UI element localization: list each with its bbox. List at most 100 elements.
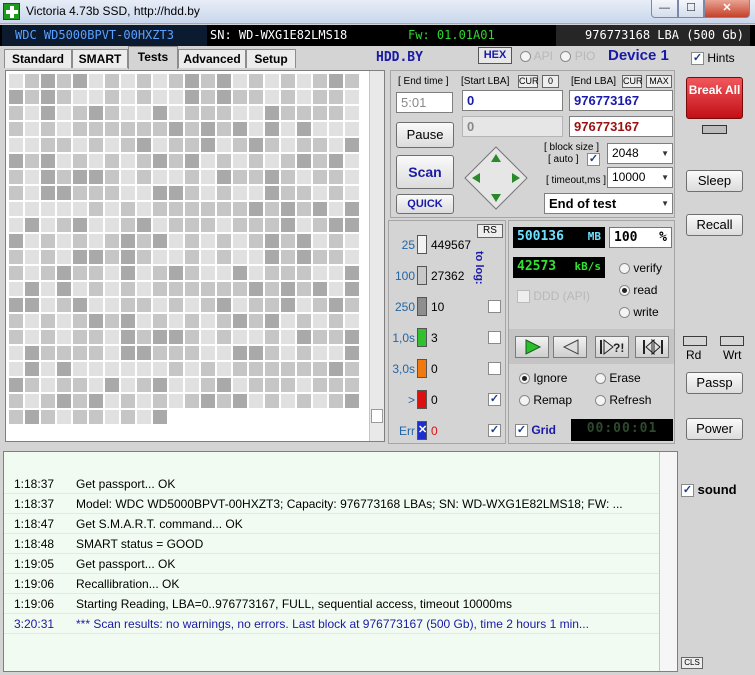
map-block	[185, 234, 199, 248]
end-cur-button[interactable]: CUR	[622, 75, 643, 88]
break-all-button[interactable]: Break All	[686, 77, 743, 119]
action-ignore[interactable]: Ignore	[519, 371, 567, 385]
pause-button[interactable]: Pause	[396, 122, 454, 148]
refresh-radio[interactable]	[595, 395, 606, 407]
map-block	[153, 170, 167, 184]
maximize-button[interactable]: ☐	[678, 0, 704, 18]
hints-toggle[interactable]: ✓ Hints	[691, 51, 735, 66]
block-size-select[interactable]: 2048	[607, 143, 673, 164]
rewind-button[interactable]	[553, 336, 587, 358]
hex-button[interactable]: HEX	[478, 47, 512, 64]
map-block	[201, 154, 215, 168]
map-block	[153, 234, 167, 248]
write-radio[interactable]	[619, 307, 630, 319]
map-block	[329, 250, 343, 264]
device-label[interactable]: Device 1	[608, 47, 669, 64]
action-erase[interactable]: Erase	[595, 371, 641, 385]
action-refresh[interactable]: Refresh	[595, 393, 651, 407]
map-block	[201, 122, 215, 136]
sound-toggle[interactable]: ✓ sound	[681, 482, 737, 498]
scan-button[interactable]: Scan	[396, 155, 454, 189]
recall-button[interactable]: Recall	[686, 214, 743, 236]
stat-color-bar	[417, 266, 427, 285]
end-lba-field[interactable]: 976773167	[569, 90, 673, 111]
stat-color-bar	[417, 297, 427, 316]
map-block	[73, 330, 87, 344]
map-block	[233, 138, 247, 152]
ddd-api-checkbox[interactable]	[517, 290, 530, 304]
timeout-select[interactable]: 10000	[607, 167, 673, 188]
ignore-radio[interactable]	[519, 373, 530, 385]
minimize-button[interactable]: —	[651, 0, 678, 18]
log-entry: 1:19:05 Get passport... OK	[14, 554, 175, 574]
map-block	[233, 250, 247, 264]
map-block	[121, 74, 135, 88]
tab-setup[interactable]: Setup	[246, 49, 296, 68]
hints-checkbox[interactable]: ✓	[691, 52, 704, 66]
window-title: Victoria 4.73b SSD, http://hdd.by	[26, 4, 200, 18]
mode-verify[interactable]: verify	[619, 261, 662, 275]
log-scrollbar[interactable]	[659, 452, 677, 671]
map-block	[153, 346, 167, 360]
map-block	[121, 298, 135, 312]
tab-standard[interactable]: Standard	[4, 49, 72, 68]
map-block	[105, 122, 119, 136]
map-block	[345, 138, 359, 152]
map-block	[121, 218, 135, 232]
mode-read[interactable]: read	[619, 283, 657, 297]
map-block	[9, 74, 23, 88]
skip-unknown-button[interactable]: ?!	[595, 336, 629, 358]
pio-radio[interactable]	[560, 51, 572, 63]
remap-radio[interactable]	[519, 395, 530, 407]
map-scroll-thumb[interactable]	[371, 409, 383, 423]
log-toggle-checkbox[interactable]	[488, 362, 501, 375]
map-block	[89, 74, 103, 88]
sound-checkbox[interactable]: ✓	[681, 484, 694, 498]
map-block	[313, 74, 327, 88]
map-block	[25, 138, 39, 152]
speed-display: 42573 kB/s	[513, 257, 605, 278]
map-block	[233, 330, 247, 344]
auto-checkbox[interactable]: ✓	[587, 153, 600, 166]
map-block	[105, 170, 119, 184]
map-block	[9, 138, 23, 152]
end-action-select[interactable]: End of test	[544, 193, 673, 214]
tab-tests[interactable]: Tests	[128, 46, 178, 69]
verify-radio[interactable]	[619, 263, 630, 275]
map-block	[329, 362, 343, 376]
api-radio[interactable]	[520, 51, 531, 63]
direction-pad[interactable]	[464, 146, 528, 210]
log-toggle-checkbox[interactable]: ✓	[488, 424, 501, 437]
read-radio[interactable]	[619, 285, 630, 297]
tab-smart[interactable]: SMART	[72, 49, 128, 68]
quick-button[interactable]: QUICK	[396, 194, 454, 214]
start-lba-field[interactable]: 0	[462, 90, 563, 111]
map-block	[345, 154, 359, 168]
end-max-button[interactable]: MAX	[646, 75, 672, 88]
map-block	[57, 90, 71, 104]
grid-toggle[interactable]: ✓ Grid	[515, 423, 556, 438]
map-block	[57, 234, 71, 248]
tab-advanced[interactable]: Advanced	[178, 49, 246, 68]
action-remap[interactable]: Remap	[519, 393, 572, 407]
end-time-field[interactable]: 5:01	[396, 92, 453, 113]
ddd-api-toggle[interactable]: DDD (API)	[517, 289, 590, 304]
erase-radio[interactable]	[595, 373, 606, 385]
play-button[interactable]	[515, 336, 549, 358]
log-toggle-checkbox[interactable]	[488, 331, 501, 344]
map-scrollbar[interactable]	[369, 71, 384, 441]
grid-checkbox[interactable]: ✓	[515, 424, 528, 438]
clear-log-button[interactable]: CLS	[681, 657, 703, 669]
start-cur-button[interactable]: CUR	[518, 75, 539, 88]
end-skip-button[interactable]	[635, 336, 669, 358]
map-block	[41, 138, 55, 152]
log-toggle-checkbox[interactable]: ✓	[488, 393, 501, 406]
map-block	[137, 378, 151, 392]
power-button[interactable]: Power	[686, 418, 743, 440]
start-zero-button[interactable]: 0	[542, 75, 559, 88]
close-button[interactable]: ✕	[704, 0, 750, 18]
mode-write[interactable]: write	[619, 305, 659, 319]
log-toggle-checkbox[interactable]	[488, 300, 501, 313]
passport-button[interactable]: Passp	[686, 372, 743, 394]
sleep-button[interactable]: Sleep	[686, 170, 743, 192]
